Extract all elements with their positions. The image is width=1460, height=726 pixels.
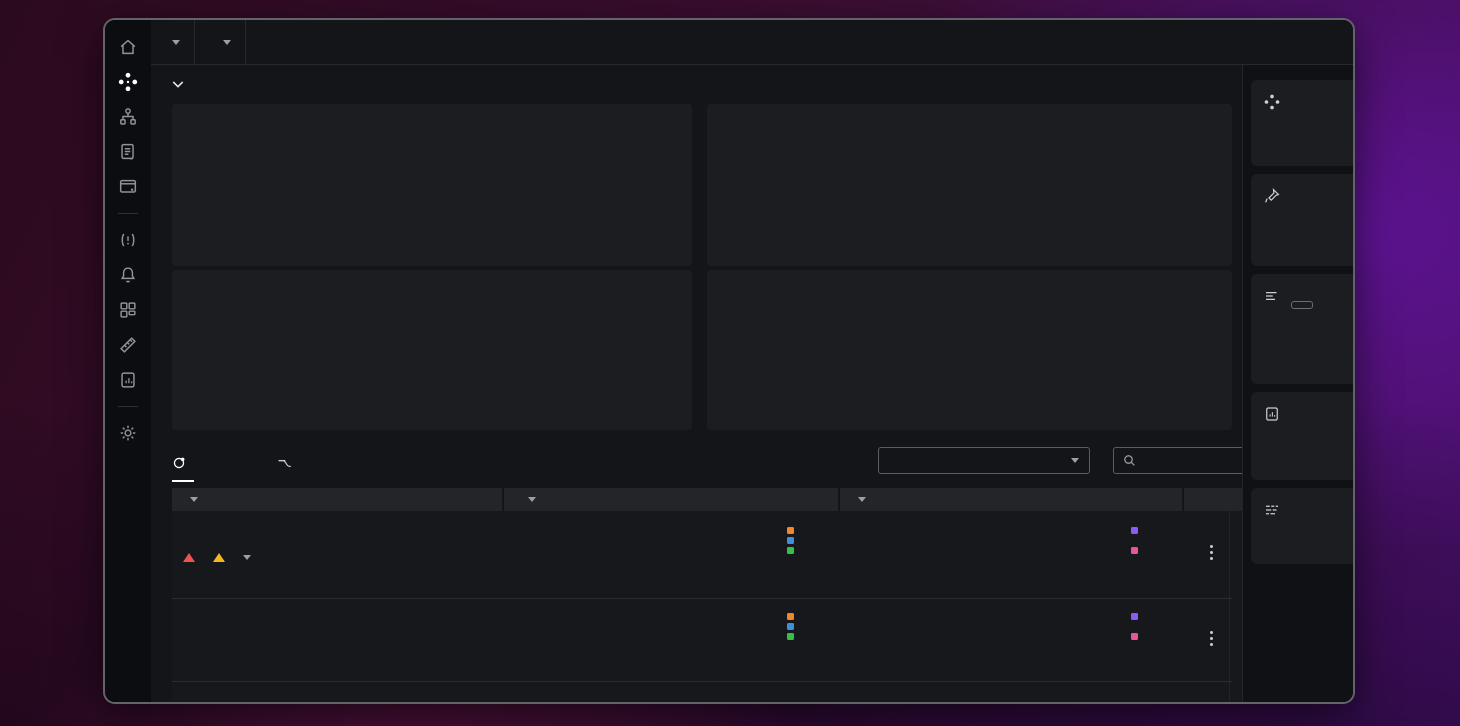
caret-down-icon	[858, 497, 866, 502]
p99-swatch	[787, 527, 794, 534]
time-range-dropdown[interactable]	[151, 20, 195, 64]
requests-swatch	[1131, 527, 1138, 534]
critical-alert-icon	[183, 553, 195, 562]
chevron-down-icon	[1071, 458, 1079, 463]
log-observer-icon[interactable]	[117, 141, 139, 163]
dashboards-icon[interactable]	[117, 299, 139, 321]
errors-swatch	[1131, 633, 1138, 640]
p50-swatch	[787, 547, 794, 554]
tab-business-workflows[interactable]	[277, 450, 300, 476]
rum-icon[interactable]	[117, 176, 139, 198]
settings-gear-icon[interactable]	[117, 422, 139, 444]
nav-divider	[118, 213, 138, 214]
chevron-down-icon	[172, 40, 180, 45]
row-menu-kebab-icon[interactable]	[1202, 545, 1220, 560]
caret-down-icon	[243, 555, 251, 560]
requests-swatch	[1131, 613, 1138, 620]
row-menu-kebab-icon[interactable]	[1202, 631, 1220, 646]
sort-dropdown[interactable]	[878, 447, 1090, 474]
database-icon	[1263, 405, 1281, 423]
column-header-name[interactable]	[172, 488, 502, 511]
request-values	[992, 613, 1199, 640]
right-sidebar	[1242, 64, 1353, 702]
table-row-order-processor[interactable]	[172, 599, 1232, 681]
workflow-icon	[277, 457, 292, 470]
synthetics-ruler-icon[interactable]	[117, 334, 139, 356]
table-header	[172, 488, 1278, 511]
topology-icon[interactable]	[117, 106, 139, 128]
column-header-requests-errors[interactable]	[840, 488, 1182, 511]
environment-filter-dropdown[interactable]	[195, 20, 246, 64]
card-alwayson-profiling[interactable]	[1251, 488, 1355, 564]
errors-swatch	[1131, 547, 1138, 554]
p50-swatch	[787, 633, 794, 640]
card-explore[interactable]	[1251, 80, 1355, 166]
latency-values	[697, 527, 827, 554]
search-icon	[1123, 454, 1136, 467]
column-header-latency[interactable]	[504, 488, 838, 511]
nav-divider	[118, 406, 138, 407]
flashlight-icon	[1263, 187, 1281, 205]
alert-badges[interactable]	[183, 553, 251, 562]
card-database-query-performance[interactable]	[1251, 392, 1355, 480]
table-row-partial[interactable]	[172, 682, 1232, 704]
latency-values	[697, 613, 827, 640]
tab-services[interactable]	[172, 450, 194, 482]
major-alert-icon	[213, 553, 225, 562]
request-values	[992, 527, 1199, 554]
chevron-down-icon	[223, 40, 231, 45]
home-icon[interactable]	[117, 36, 139, 58]
panel-top-workflows-error-rate	[707, 104, 1232, 266]
p99-swatch	[787, 613, 794, 620]
chevron-expand-icon	[172, 80, 184, 89]
services-icon	[172, 456, 186, 470]
caret-down-icon	[190, 497, 198, 502]
notifications-bell-icon[interactable]	[117, 264, 139, 286]
left-nav	[105, 20, 151, 702]
card-traces[interactable]	[1251, 274, 1355, 384]
card-tag-spotlight[interactable]	[1251, 174, 1355, 266]
caret-down-icon	[528, 497, 536, 502]
apm-nav-icon[interactable]	[117, 71, 139, 93]
p90-swatch	[787, 623, 794, 630]
view-traces-button[interactable]	[1291, 301, 1313, 309]
traces-icon	[1263, 287, 1281, 305]
storage-icon[interactable]	[117, 369, 139, 391]
main-area	[151, 20, 1353, 702]
panel-top-services-latency	[172, 270, 692, 430]
p90-swatch	[787, 537, 794, 544]
top-bar	[151, 20, 1353, 65]
table-toolbar	[172, 446, 1278, 480]
panel-top-services-error-rate	[172, 104, 692, 266]
content-area	[151, 20, 1353, 702]
alerts-icon[interactable]	[117, 229, 139, 251]
table-body	[172, 511, 1278, 704]
apm-overview-header[interactable]	[172, 80, 192, 89]
panel-top-workflows-duration	[707, 270, 1232, 430]
explore-icon	[1263, 93, 1281, 111]
table-row-adservice[interactable]	[172, 511, 1232, 597]
app-window	[103, 18, 1355, 704]
alwayson-profiling-icon	[1263, 501, 1281, 519]
